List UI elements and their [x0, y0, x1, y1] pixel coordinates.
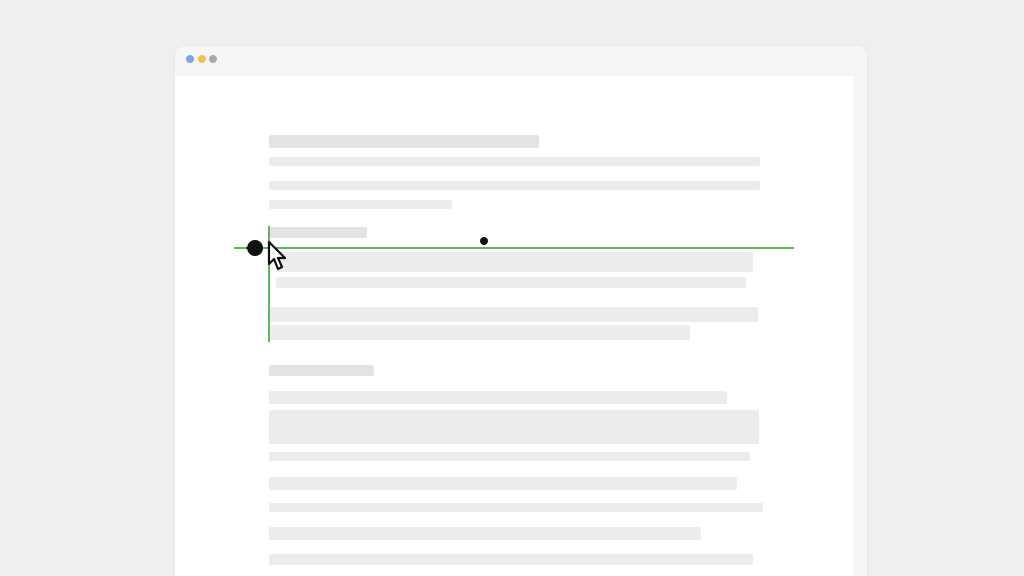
placeholder-line [269, 307, 758, 322]
placeholder-line [269, 181, 760, 190]
drag-handle-icon[interactable] [246, 239, 264, 257]
placeholder-subheading [269, 227, 367, 238]
window-dot-gray-icon[interactable] [209, 55, 217, 63]
placeholder-heading [269, 135, 539, 148]
arrow-cursor-icon [267, 240, 287, 271]
placeholder-line [276, 277, 746, 288]
placeholder-line [269, 452, 750, 461]
marker-dot-icon[interactable] [480, 237, 488, 245]
placeholder-line [269, 200, 452, 209]
window-titlebar [175, 46, 867, 76]
placeholder-line [269, 325, 690, 340]
window-dot-blue-icon[interactable] [186, 55, 194, 63]
horizontal-guide-line[interactable] [234, 247, 794, 249]
placeholder-line [269, 503, 763, 512]
window-dot-yellow-icon[interactable] [198, 55, 206, 63]
placeholder-line [269, 477, 737, 490]
placeholder-line [269, 554, 753, 565]
placeholder-line [276, 252, 753, 272]
placeholder-line [269, 157, 760, 166]
placeholder-subheading [269, 365, 374, 376]
placeholder-line [269, 410, 759, 444]
placeholder-line [269, 527, 701, 540]
placeholder-line [269, 391, 727, 404]
